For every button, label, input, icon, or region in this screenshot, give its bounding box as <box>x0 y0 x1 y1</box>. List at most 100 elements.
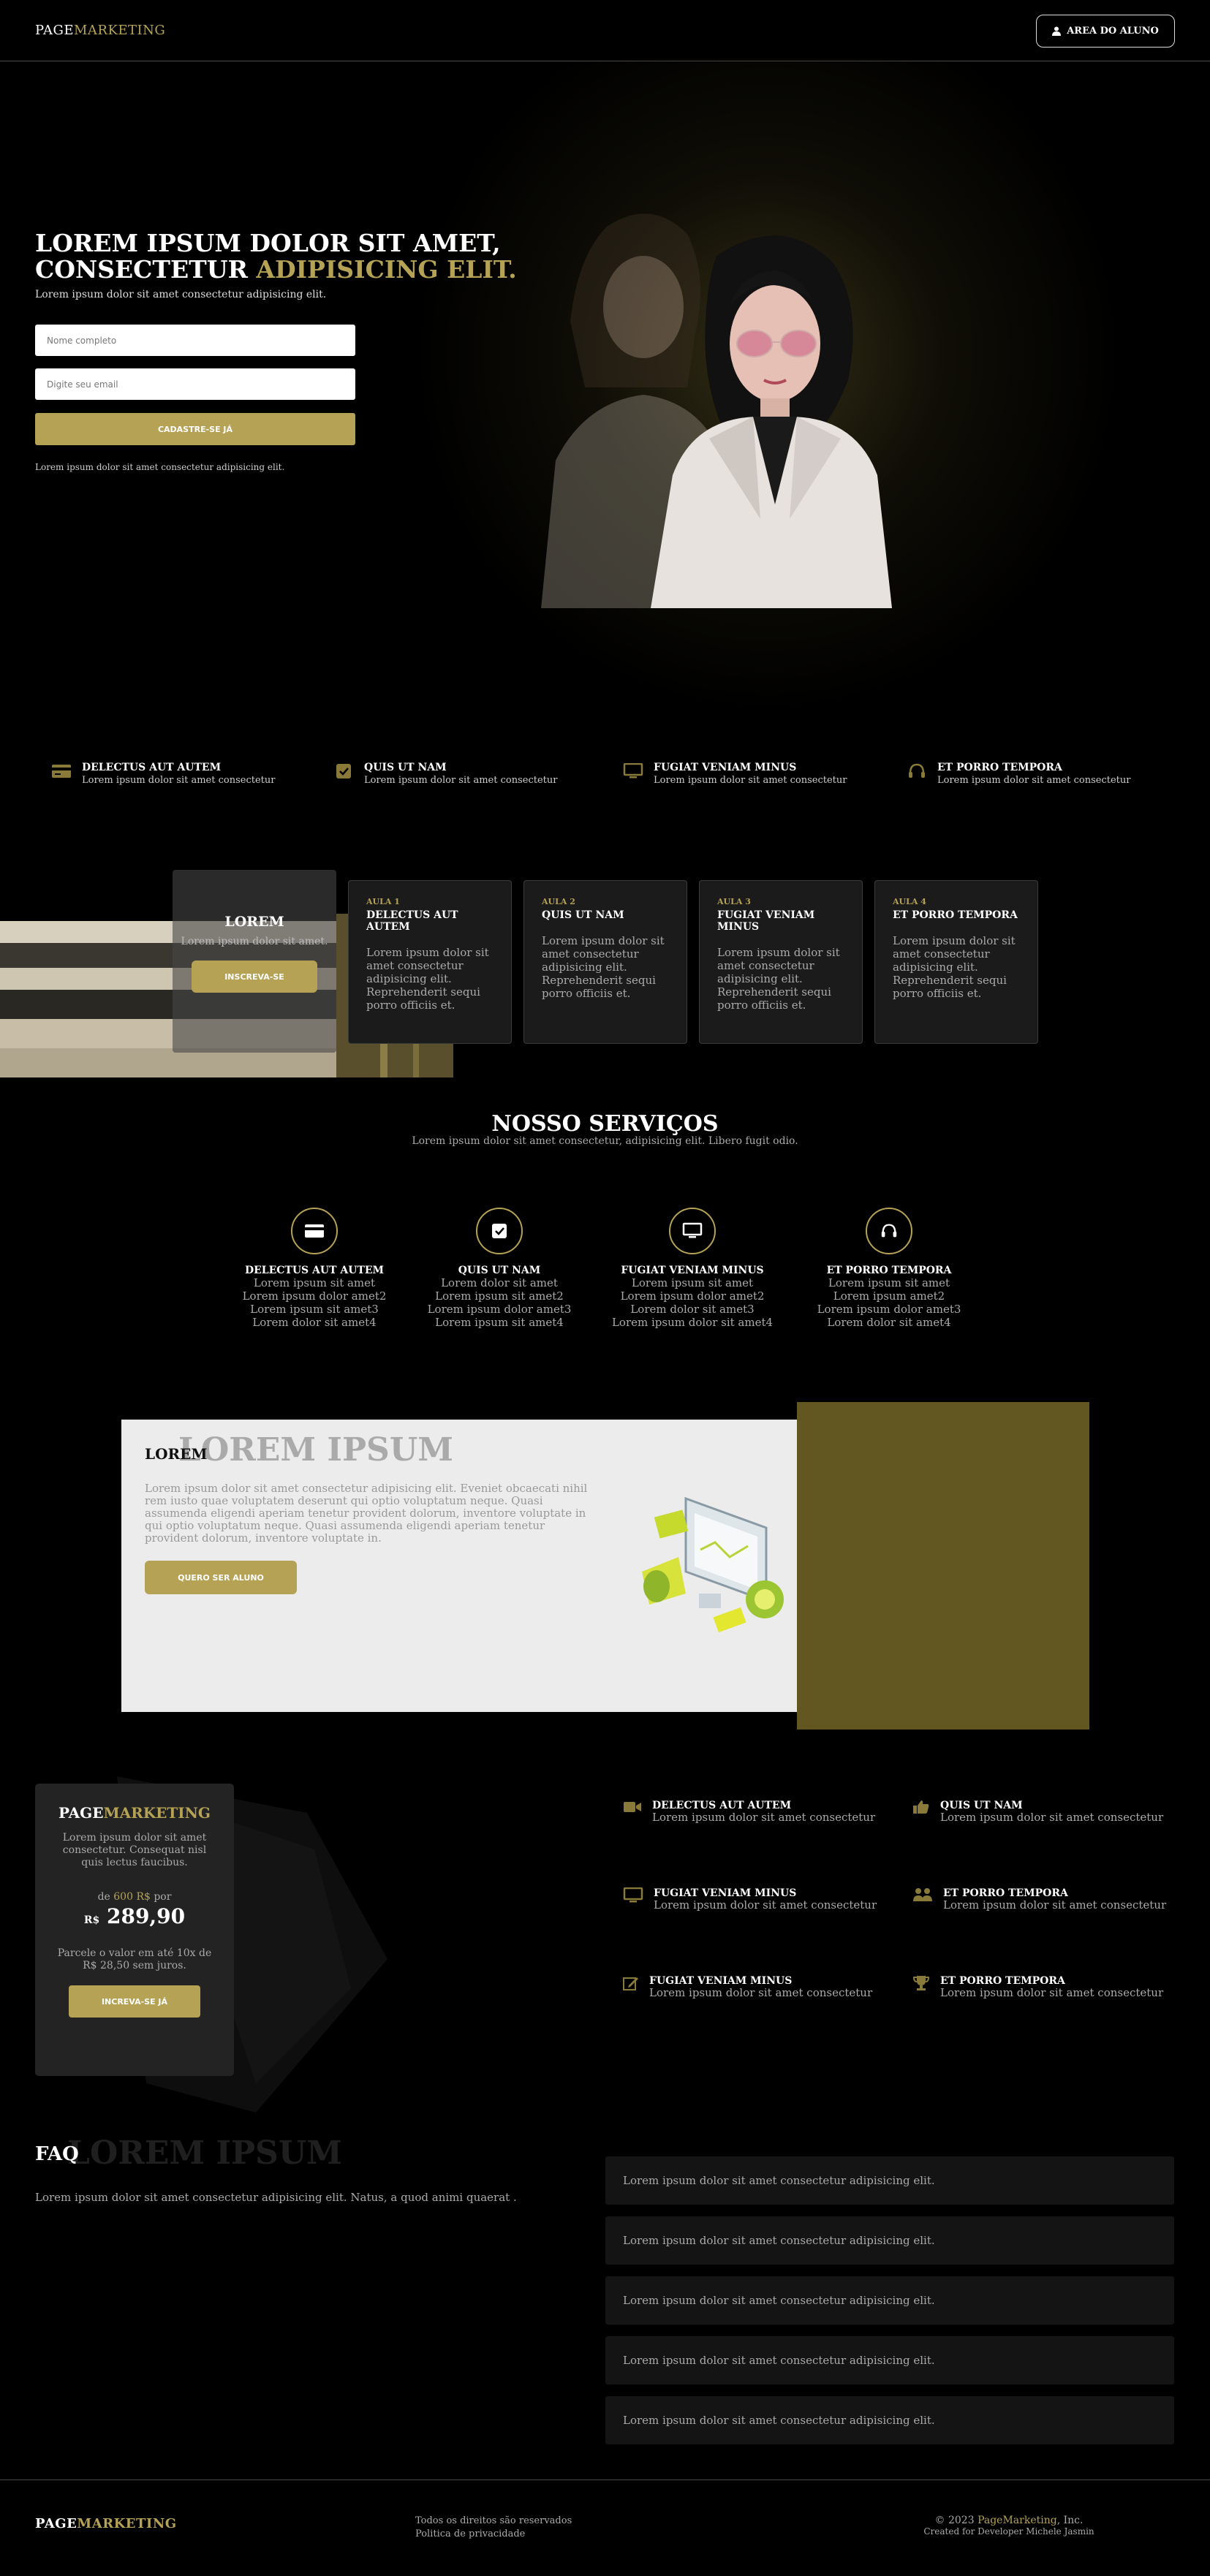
student-area-button[interactable]: AREA DO ALUNO <box>1036 15 1175 48</box>
feature-desc: Lorem ipsum dolor sit amet consectetur <box>364 775 558 786</box>
headset-icon <box>881 1224 897 1238</box>
benefit-desc: Lorem ipsum dolor sit amet consectetur <box>940 1986 1164 1999</box>
name-input[interactable] <box>35 325 355 356</box>
footer-logo-page: PAGE <box>35 2516 77 2531</box>
lesson-title: DELECTUS AUT AUTEM <box>366 909 458 933</box>
checkbox-icon <box>492 1224 507 1238</box>
benefit-item: FUGIAT VENIAM MINUS Lorem ipsum dolor sit… <box>623 1975 886 1999</box>
hero-photo <box>541 197 907 608</box>
signup-button[interactable]: CADASTRE-SE JÁ <box>35 413 355 445</box>
hero-title-gold: ADIPISICING ELIT. <box>256 255 517 284</box>
copyright-prefix: © 2023 <box>934 2515 978 2526</box>
lesson-card[interactable]: AULA 3 FUGIAT VENIAM MINUS Lorem ipsum d… <box>699 880 863 1044</box>
lesson-number: AULA 3 <box>717 897 751 906</box>
benefit-desc: Lorem ipsum dolor sit amet consectetur <box>652 1811 876 1824</box>
subscribe-button[interactable]: INCREVA-SE JÁ <box>69 1985 200 2018</box>
course-card-desc: Lorem ipsum dolor sit amet. <box>181 936 328 947</box>
pricing-old-price: 600 R$ <box>113 1891 151 1903</box>
faq-question[interactable]: Lorem ipsum dolor sit amet consectetur a… <box>605 2396 1174 2444</box>
footer-links: Todos os direitos são reservados Politic… <box>415 2515 572 2541</box>
pricing-currency: R$ <box>83 1914 100 1926</box>
copyright-suffix: , Inc. <box>1056 2515 1084 2526</box>
lesson-card[interactable]: AULA 2 QUIS UT NAM Lorem ipsum dolor sit… <box>523 880 687 1044</box>
hero-subtitle: Lorem ipsum dolor sit amet consectetur a… <box>35 289 327 300</box>
lesson-title: FUGIAT VENIAM MINUS <box>717 909 815 933</box>
lesson-card[interactable]: AULA 1 DELECTUS AUT AUTEM Lorem ipsum do… <box>348 880 512 1044</box>
lesson-desc: Lorem ipsum dolor sit amet consectetur a… <box>542 934 665 1000</box>
pricing-from: de 600 R$ por <box>35 1891 234 1903</box>
service-line: Lorem ipsum dolor amet3 <box>817 1303 961 1316</box>
video-camera-icon <box>624 1802 641 1812</box>
lesson-number: AULA 1 <box>366 897 400 906</box>
service-line: Lorem ipsum amet2 <box>833 1289 945 1303</box>
developer-credit: Created for Developer Michele Jasmin <box>923 2526 1094 2537</box>
feature-title: FUGIAT VENIAM MINUS <box>654 762 797 773</box>
faq-question[interactable]: Lorem ipsum dolor sit amet consectetur a… <box>605 2216 1174 2265</box>
benefit-title: FUGIAT VENIAM MINUS <box>654 1887 797 1899</box>
feature-item: QUIS UT NAM Lorem ipsum dolor sit amet co… <box>333 762 557 786</box>
feature-desc: Lorem ipsum dolor sit amet consectetur <box>654 775 847 786</box>
copyright-brand: PageMarketing <box>978 2515 1057 2526</box>
service-item: FUGIAT VENIAM MINUS Lorem ipsum sit amet… <box>605 1208 780 1329</box>
lesson-card[interactable]: AULA 4 ET PORRO TEMPORA Lorem ipsum dolo… <box>874 880 1038 1044</box>
lesson-desc: Lorem ipsum dolor sit amet consectetur a… <box>366 946 489 1012</box>
benefit-title: ET PORRO TEMPORA <box>943 1887 1068 1899</box>
credit-card-icon <box>305 1224 324 1238</box>
monitor-icon <box>623 1887 643 1903</box>
lesson-title: QUIS UT NAM <box>542 909 624 921</box>
faq-question[interactable]: Lorem ipsum dolor sit amet consectetur a… <box>605 2336 1174 2384</box>
pricing-brand-page: PAGE <box>58 1804 104 1822</box>
header-logo[interactable]: PAGEMARKETING <box>35 23 165 38</box>
checkbox-icon <box>336 764 351 779</box>
service-icon-circle <box>866 1208 912 1254</box>
faq-heading: FAQ <box>35 2143 79 2165</box>
monitor-icon <box>682 1222 703 1238</box>
become-student-button[interactable]: QUERO SER ALUNO <box>145 1561 297 1594</box>
hero-title-line1: LOREM IPSUM DOLOR SIT AMET, <box>35 229 501 257</box>
faq-watermark: LOREM IPSUM <box>67 2134 342 2172</box>
pricing-brand: PAGEMARKETING <box>35 1804 234 1822</box>
user-icon <box>1052 26 1062 36</box>
headset-icon <box>909 763 925 778</box>
feature-desc: Lorem ipsum dolor sit amet consectetur <box>82 775 276 786</box>
faq-question[interactable]: Lorem ipsum dolor sit amet consectetur a… <box>605 2276 1174 2325</box>
pricing-desc: Lorem ipsum dolor sit amet consectetur. … <box>62 1832 207 1868</box>
service-line: Lorem dolor sit amet4 <box>827 1316 951 1329</box>
faq-text: Lorem ipsum dolor sit amet consectetur a… <box>35 2191 517 2204</box>
hero-footnote: Lorem ipsum dolor sit amet consectetur a… <box>35 462 285 472</box>
service-line: Lorem dolor sit amet <box>441 1276 558 1289</box>
service-line: Lorem ipsum sit amet <box>828 1276 950 1289</box>
lesson-desc: Lorem ipsum dolor sit amet consectetur a… <box>717 946 840 1012</box>
service-line: Lorem dolor sit amet3 <box>630 1303 755 1316</box>
email-input[interactable] <box>35 368 355 400</box>
promo-watermark: LOREM IPSUM <box>178 1431 453 1469</box>
benefit-title: ET PORRO TEMPORA <box>940 1975 1065 1987</box>
benefit-item: DELECTUS AUT AUTEM Lorem ipsum dolor sit … <box>623 1800 886 1824</box>
benefit-desc: Lorem ipsum dolor sit amet consectetur <box>654 1898 877 1912</box>
pricing-brand-marketing: MARKETING <box>103 1804 211 1822</box>
benefit-item: QUIS UT NAM Lorem ipsum dolor sit amet co… <box>912 1800 1176 1824</box>
promo-text: Lorem ipsum dolor sit amet consectetur a… <box>145 1482 588 1545</box>
pricing-from-prefix: de <box>97 1891 114 1903</box>
hero-title-line2: CONSECTETUR ADIPISICING ELIT. <box>35 257 561 283</box>
service-line: Lorem ipsum sit amet3 <box>250 1303 379 1316</box>
service-line: Lorem ipsum sit amet <box>253 1276 376 1289</box>
pricing-price: R$ 289,90 <box>35 1904 234 1928</box>
footer-logo[interactable]: PAGEMARKETING <box>35 2516 177 2531</box>
service-line: Lorem ipsum dolor amet2 <box>620 1289 765 1303</box>
credit-card-icon <box>52 765 71 778</box>
enroll-button[interactable]: INSCREVA-SE <box>192 961 317 993</box>
service-line: Lorem ipsum sit amet2 <box>435 1289 564 1303</box>
service-line: Lorem ipsum sit amet4 <box>435 1316 564 1329</box>
course-card-title: LOREM <box>224 914 284 930</box>
service-line: Lorem ipsum dolor amet2 <box>242 1289 387 1303</box>
feature-title: QUIS UT NAM <box>364 762 447 773</box>
service-icon-circle <box>291 1208 338 1254</box>
trophy-icon <box>912 1976 930 1990</box>
faq-question[interactable]: Lorem ipsum dolor sit amet consectetur a… <box>605 2156 1174 2205</box>
privacy-policy-link[interactable]: Politica de privacidade <box>415 2528 572 2541</box>
lesson-number: AULA 2 <box>542 897 575 906</box>
feature-desc: Lorem ipsum dolor sit amet consectetur <box>937 775 1131 786</box>
feature-item: ET PORRO TEMPORA Lorem ipsum dolor sit am… <box>907 762 1130 786</box>
footer-copyright: © 2023 PageMarketing, Inc. Created for D… <box>877 2515 1141 2537</box>
